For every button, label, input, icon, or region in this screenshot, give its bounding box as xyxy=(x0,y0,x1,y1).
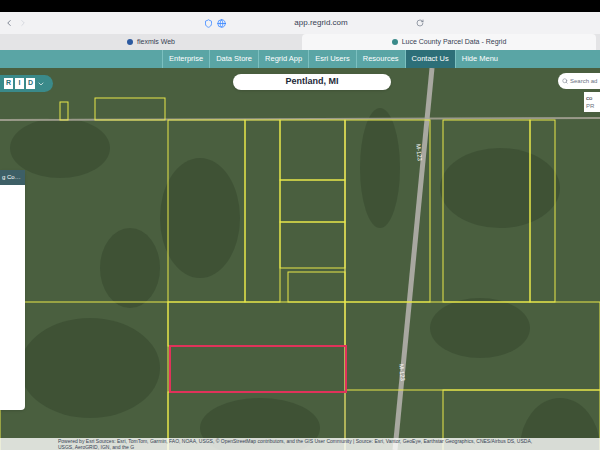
parcel[interactable] xyxy=(95,98,165,120)
nav-item[interactable]: Esri Users xyxy=(308,50,356,68)
selected-parcel[interactable] xyxy=(170,346,346,392)
tab-favicon-icon xyxy=(392,39,398,45)
parcel[interactable] xyxy=(280,180,345,222)
parcel[interactable] xyxy=(168,120,245,302)
tab-favicon-icon xyxy=(127,39,133,45)
globe-icon[interactable] xyxy=(217,19,226,28)
nav-item[interactable]: Data Store xyxy=(209,50,258,68)
map[interactable]: M-123 M-123 RID Pentland, MI Search ad coPR g … xyxy=(0,68,600,450)
browser-tab[interactable]: flexmls Web xyxy=(4,34,298,50)
parcel[interactable] xyxy=(443,120,530,302)
map-attribution: Powered by Esri Sources: Esri, TomTom, G… xyxy=(0,438,600,450)
nav-item[interactable]: Contact Us xyxy=(405,50,455,68)
parcel[interactable] xyxy=(530,120,555,302)
parcel[interactable] xyxy=(345,120,430,302)
search-field[interactable]: Search ad xyxy=(558,73,600,89)
nav-item[interactable]: Enterprise xyxy=(162,50,209,68)
side-panel[interactable]: g Co… xyxy=(0,170,25,410)
road-label: M-123 xyxy=(396,364,407,382)
top-strip xyxy=(0,0,600,12)
tab-bar: flexmls WebLuce County Parcel Data - Reg… xyxy=(0,34,600,50)
parcel[interactable] xyxy=(280,120,345,180)
parcel[interactable] xyxy=(168,302,345,346)
browser-tab[interactable]: Luce County Parcel Data - Regrid xyxy=(302,34,596,50)
side-panel-header: g Co… xyxy=(0,170,25,185)
back-icon[interactable] xyxy=(4,18,14,28)
nav-item[interactable]: Resources xyxy=(356,50,405,68)
logo[interactable]: RID xyxy=(0,75,53,92)
parcel[interactable] xyxy=(288,272,345,302)
forward-icon[interactable] xyxy=(18,18,28,28)
parcel[interactable] xyxy=(280,222,345,268)
corner-box[interactable]: coPR xyxy=(584,92,600,112)
nav-bar: EnterpriseData StoreRegrid AppEsri Users… xyxy=(0,50,600,68)
reload-icon[interactable] xyxy=(416,19,424,27)
parcel[interactable] xyxy=(245,120,280,302)
parcel[interactable] xyxy=(345,302,600,390)
shield-icon[interactable] xyxy=(204,19,213,28)
chevron-down-icon[interactable] xyxy=(37,80,45,88)
location-search[interactable]: Pentland, MI xyxy=(233,74,391,90)
nav-item[interactable]: Hide Menu xyxy=(455,50,504,68)
browser-window: app.regrid.com flexmls WebLuce County Par… xyxy=(0,0,600,450)
url-field[interactable]: app.regrid.com xyxy=(230,17,411,29)
map-canvas[interactable] xyxy=(0,68,600,450)
parcel[interactable] xyxy=(0,302,168,450)
parcel[interactable] xyxy=(60,102,68,120)
browser-toolbar: app.regrid.com xyxy=(0,12,600,34)
road-label: M-123 xyxy=(413,144,424,162)
search-icon xyxy=(562,78,568,84)
nav-item[interactable]: Regrid App xyxy=(258,50,308,68)
